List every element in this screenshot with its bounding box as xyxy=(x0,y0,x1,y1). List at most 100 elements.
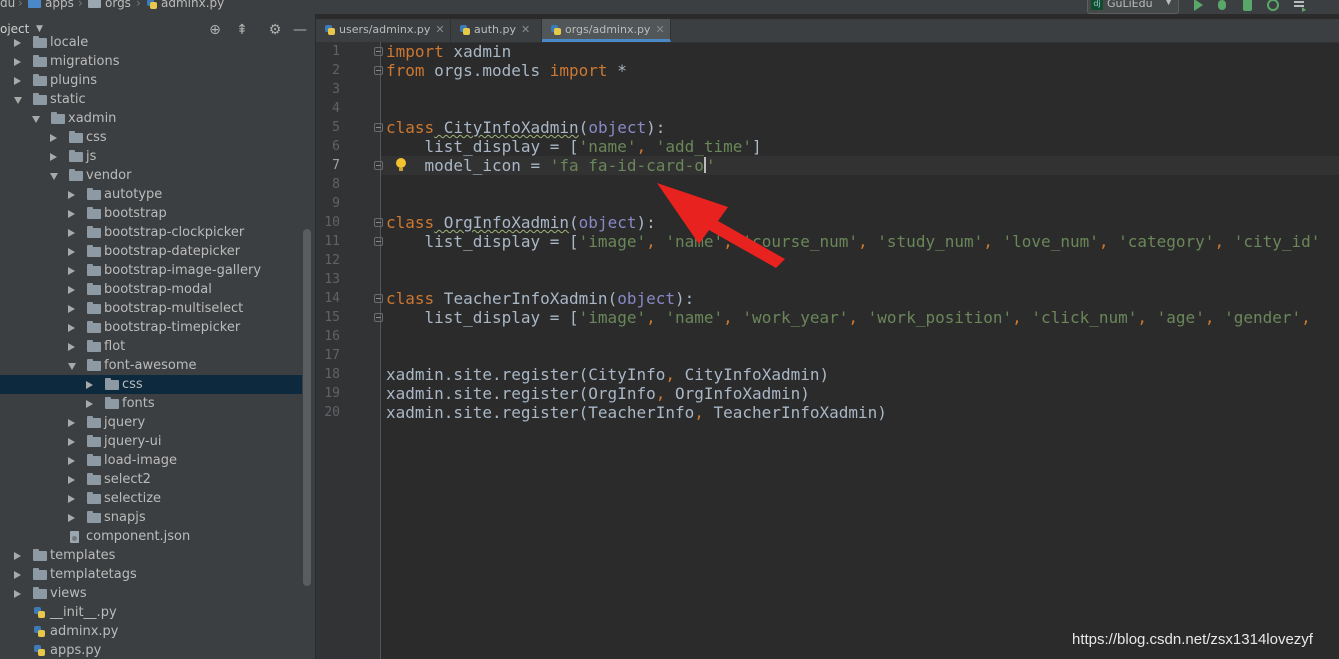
chevron-right-icon[interactable] xyxy=(68,438,75,446)
chevron-right-icon[interactable] xyxy=(68,229,75,237)
chevron-right-icon[interactable] xyxy=(68,457,75,465)
tree-item[interactable]: bootstrap-multiselect xyxy=(0,299,302,318)
tree-item[interactable]: font-awesome xyxy=(0,356,302,375)
tree-item[interactable]: selectize xyxy=(0,489,302,508)
close-icon[interactable]: ✕ xyxy=(655,23,664,36)
chevron-right-icon[interactable] xyxy=(14,58,21,66)
tree-item[interactable]: js xyxy=(0,147,302,166)
profile-icon[interactable] xyxy=(1266,0,1280,12)
build-icon[interactable] xyxy=(1293,0,1307,12)
tree-item[interactable]: templatetags xyxy=(0,565,302,584)
code-line[interactable]: class CityInfoXadmin(object): xyxy=(386,118,665,137)
tree-item[interactable]: flot xyxy=(0,337,302,356)
tree-item[interactable]: load-image xyxy=(0,451,302,470)
tree-item[interactable]: vendor xyxy=(0,166,302,185)
tree-item[interactable]: jquery-ui xyxy=(0,432,302,451)
sidebar-scrollbar-thumb[interactable] xyxy=(303,229,311,586)
tree-item[interactable]: bootstrap xyxy=(0,204,302,223)
tree-item[interactable]: migrations xyxy=(0,52,302,71)
chevron-right-icon[interactable] xyxy=(68,305,75,313)
coverage-icon[interactable] xyxy=(1241,0,1255,12)
code-line[interactable]: xadmin.site.register(OrgInfo, OrgInfoXad… xyxy=(386,384,810,403)
tab-auth[interactable]: auth.py ✕ xyxy=(451,19,542,42)
chevron-right-icon[interactable] xyxy=(68,419,75,427)
chevron-down-icon[interactable] xyxy=(14,97,22,104)
run-icon[interactable] xyxy=(1191,0,1205,12)
code-line[interactable]: model_icon = 'fa fa-id-card-o ' xyxy=(386,156,716,175)
code-line[interactable]: xadmin.site.register(CityInfo, CityInfoX… xyxy=(386,365,829,384)
debug-icon[interactable] xyxy=(1215,0,1229,12)
fold-marker-icon[interactable] xyxy=(374,161,383,170)
code-line[interactable]: list_display = ['name', 'add_time'] xyxy=(386,137,762,156)
chevron-right-icon[interactable] xyxy=(14,39,21,47)
chevron-down-icon[interactable] xyxy=(32,116,40,123)
chevron-right-icon[interactable] xyxy=(50,153,57,161)
chevron-right-icon[interactable] xyxy=(50,134,57,142)
tree-item[interactable]: bootstrap-modal xyxy=(0,280,302,299)
tree-item[interactable]: plugins xyxy=(0,71,302,90)
tree-item[interactable]: static xyxy=(0,90,302,109)
chevron-right-icon[interactable] xyxy=(68,476,75,484)
tree-item[interactable]: autotype xyxy=(0,185,302,204)
chevron-down-icon[interactable] xyxy=(50,173,58,180)
code-line[interactable]: class OrgInfoXadmin(object): xyxy=(386,213,656,232)
tree-item[interactable]: xadmin xyxy=(0,109,302,128)
close-icon[interactable]: ✕ xyxy=(521,23,530,36)
code-line[interactable]: xadmin.site.register(TeacherInfo, Teache… xyxy=(386,403,887,422)
tab-orgs-adminx[interactable]: orgs/adminx.py ✕ xyxy=(542,19,671,42)
intention-lightbulb-icon[interactable] xyxy=(395,157,407,173)
tree-item[interactable]: locale xyxy=(0,33,302,52)
tree-item[interactable]: __init__.py xyxy=(0,603,302,622)
chevron-right-icon[interactable] xyxy=(14,552,21,560)
chevron-right-icon[interactable] xyxy=(68,210,75,218)
tree-item[interactable]: bootstrap-clockpicker xyxy=(0,223,302,242)
chevron-right-icon[interactable] xyxy=(68,248,75,256)
chevron-right-icon[interactable] xyxy=(14,571,21,579)
tree-item[interactable]: apps.py xyxy=(0,641,302,659)
code-line[interactable]: import xadmin xyxy=(386,42,511,61)
breadcrumb-apps[interactable]: apps xyxy=(28,0,74,10)
fold-marker-icon[interactable] xyxy=(374,237,383,246)
code-line[interactable]: class TeacherInfoXadmin(object): xyxy=(386,289,694,308)
fold-marker-icon[interactable] xyxy=(374,123,383,132)
chevron-right-icon[interactable] xyxy=(68,495,75,503)
tree-item[interactable]: templates xyxy=(0,546,302,565)
close-icon[interactable]: ✕ xyxy=(435,23,444,36)
chevron-right-icon[interactable] xyxy=(68,514,75,522)
tree-item[interactable]: views xyxy=(0,584,302,603)
tree-item[interactable]: snapjs xyxy=(0,508,302,527)
fold-marker-icon[interactable] xyxy=(374,294,383,303)
tab-users-adminx[interactable]: users/adminx.py ✕ xyxy=(316,19,451,42)
tree-item[interactable]: bootstrap-datepicker xyxy=(0,242,302,261)
chevron-right-icon[interactable] xyxy=(86,381,93,389)
code-line[interactable]: list_display = ['image', 'name', 'work_y… xyxy=(386,308,1311,327)
tree-item[interactable]: css xyxy=(0,375,302,394)
code-line[interactable]: from orgs.models import * xyxy=(386,61,627,80)
chevron-right-icon[interactable] xyxy=(68,267,75,275)
fold-marker-icon[interactable] xyxy=(374,218,383,227)
tree-item[interactable]: fonts xyxy=(0,394,302,413)
fold-marker-icon[interactable] xyxy=(374,313,383,322)
breadcrumb-orgs[interactable]: orgs xyxy=(88,0,131,10)
chevron-right-icon[interactable] xyxy=(68,324,75,332)
tree-item[interactable]: select2 xyxy=(0,470,302,489)
breadcrumb-file[interactable]: adminx.py xyxy=(146,0,224,10)
chevron-right-icon[interactable] xyxy=(14,590,21,598)
tree-item[interactable]: adminx.py xyxy=(0,622,302,641)
code-line[interactable]: list_display = ['image', 'name', 'course… xyxy=(386,232,1321,251)
chevron-right-icon[interactable] xyxy=(68,286,75,294)
fold-marker-icon[interactable] xyxy=(374,66,383,75)
chevron-right-icon[interactable] xyxy=(86,400,93,408)
tree-item[interactable]: jquery xyxy=(0,413,302,432)
tree-item[interactable]: bootstrap-timepicker xyxy=(0,318,302,337)
breadcrumb-project[interactable]: du xyxy=(0,0,15,10)
fold-marker-icon[interactable] xyxy=(374,47,383,56)
chevron-right-icon[interactable] xyxy=(14,77,21,85)
tree-item[interactable]: css xyxy=(0,128,302,147)
chevron-down-icon[interactable] xyxy=(68,363,76,370)
chevron-right-icon[interactable] xyxy=(68,191,75,199)
tree-item[interactable]: bootstrap-image-gallery xyxy=(0,261,302,280)
run-configuration-dropdown[interactable]: dj GuLiEdu ▼ xyxy=(1087,0,1179,14)
tree-item[interactable]: component.json xyxy=(0,527,302,546)
chevron-right-icon[interactable] xyxy=(68,343,75,351)
